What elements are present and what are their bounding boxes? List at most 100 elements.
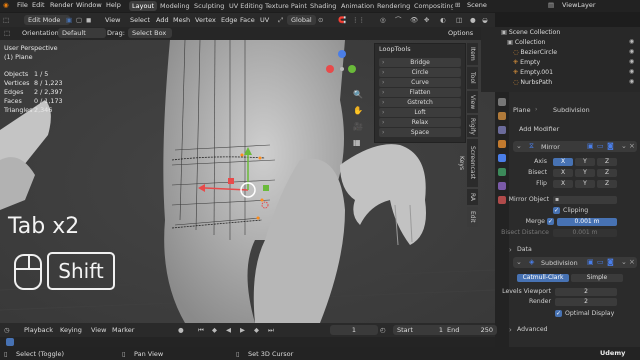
- start-frame-field[interactable]: Start 1: [393, 325, 447, 335]
- tab-sculpting[interactable]: Sculpting: [191, 1, 227, 11]
- menu-edit[interactable]: Edit: [32, 1, 45, 9]
- visibility-eye-icon[interactable]: ◉: [629, 78, 634, 85]
- menu-uv[interactable]: UV: [260, 15, 269, 25]
- bisect-distance-field[interactable]: 0.001 m: [553, 229, 617, 237]
- xray-icon[interactable]: ◫: [456, 15, 462, 25]
- transform-orientation-selector[interactable]: Global: [287, 15, 316, 25]
- axis-x-toggle[interactable]: X: [553, 158, 573, 166]
- visibility-eye-icon[interactable]: ◉: [629, 58, 634, 65]
- mode-selector[interactable]: Edit Mode: [24, 15, 70, 25]
- looptools-gstretch-button[interactable]: › Gstretch: [379, 98, 461, 107]
- outliner-item-nurbspath[interactable]: ◌ NurbsPath: [513, 78, 640, 88]
- play-icon[interactable]: ▶: [240, 325, 245, 335]
- menu-timeline-view[interactable]: View: [91, 325, 106, 335]
- tab-rendering[interactable]: Rendering: [374, 1, 413, 11]
- physics-properties-icon[interactable]: [498, 168, 506, 176]
- vertex-select-icon[interactable]: ▣: [66, 15, 72, 25]
- menu-file[interactable]: File: [17, 1, 28, 9]
- tab-uv-editing[interactable]: UV Editing: [226, 1, 266, 11]
- object-properties-icon[interactable]: [498, 140, 506, 148]
- face-select-icon[interactable]: ◼: [86, 15, 91, 25]
- clock-icon[interactable]: ◴: [380, 325, 386, 335]
- sidebar-tab-edit[interactable]: Edit: [467, 207, 478, 227]
- sidebar-tab-rigify[interactable]: Rigify: [467, 115, 478, 137]
- menu-keying[interactable]: Keying: [60, 325, 82, 335]
- looptools-curve-button[interactable]: › Curve: [379, 78, 461, 87]
- jump-start-icon[interactable]: ⏮: [198, 325, 204, 335]
- prev-keyframe-icon[interactable]: ◆: [212, 325, 217, 335]
- tab-compositing[interactable]: Compositing: [411, 1, 453, 11]
- camera-icon[interactable]: 🎥: [353, 122, 363, 131]
- grid-view-icon[interactable]: ▦: [353, 138, 361, 147]
- orientation-selector[interactable]: Default: [58, 28, 106, 38]
- subdivision-modifier-header[interactable]: ⌄ ◈ Subdivision ▣ ▭ ◙ ⌄ ×: [513, 257, 637, 268]
- advanced-expand-chevron-icon[interactable]: ›: [509, 326, 512, 334]
- advanced-subpanel-label[interactable]: Advanced: [517, 326, 548, 333]
- modifier-properties-icon[interactable]: [498, 154, 506, 162]
- menu-mesh[interactable]: Mesh: [173, 15, 190, 25]
- scene-selector[interactable]: Scene: [467, 1, 487, 9]
- outliner-item-empty[interactable]: ⁜ Empty: [513, 58, 640, 68]
- timeline-editor-icon[interactable]: ◷: [4, 325, 10, 335]
- visibility-eye-icon[interactable]: ◉: [629, 68, 634, 75]
- gizmo-icon[interactable]: ✥: [424, 15, 429, 25]
- tab-animation[interactable]: Animation: [338, 1, 377, 11]
- sidebar-tab-screencast-keys[interactable]: Screencast Keys: [458, 139, 478, 187]
- outliner-item-collection[interactable]: ▣ Collection: [507, 38, 640, 48]
- jump-end-icon[interactable]: ⏭: [268, 325, 274, 335]
- looptools-flatten-button[interactable]: › Flatten: [379, 88, 461, 97]
- timeline-ruler[interactable]: [0, 337, 495, 347]
- mirror-modifier-name[interactable]: Mirror: [541, 143, 560, 151]
- close-icon[interactable]: ×: [629, 258, 635, 266]
- mirror-modifier-header[interactable]: ⌄ ⧖ Mirror ▣ ▭ ◙ ⌄ ×: [513, 141, 637, 152]
- menu-help[interactable]: Help: [106, 1, 121, 9]
- looptools-circle-button[interactable]: › Circle: [379, 68, 461, 77]
- looptools-relax-button[interactable]: › Relax: [379, 118, 461, 127]
- optimal-display-checkbox[interactable]: ✓: [555, 310, 562, 317]
- shading-material-icon[interactable]: ◒: [482, 15, 488, 25]
- merge-checkbox[interactable]: ✓: [547, 218, 554, 225]
- axis-y-toggle[interactable]: Y: [575, 158, 595, 166]
- collapse-chevron-icon[interactable]: ⌄: [516, 142, 522, 150]
- shading-solid-icon[interactable]: ●: [470, 15, 476, 25]
- looptools-bridge-button[interactable]: › Bridge: [379, 58, 461, 67]
- looptools-loft-button[interactable]: › Loft: [379, 108, 461, 117]
- viewlayer-selector[interactable]: ViewLayer: [562, 1, 596, 9]
- options-dropdown[interactable]: Options: [448, 28, 473, 38]
- edit-mode-toggle-icon[interactable]: ▣: [587, 142, 594, 150]
- blender-logo-icon[interactable]: ◉: [3, 1, 9, 9]
- visibility-eye-icon[interactable]: ◉: [629, 48, 634, 55]
- render-levels-field[interactable]: 2: [555, 298, 617, 306]
- visibility-icon[interactable]: 👁: [410, 15, 418, 25]
- pan-hand-icon[interactable]: ✋: [353, 106, 363, 115]
- dropdown-chevron-icon[interactable]: ⌄: [621, 258, 627, 266]
- flip-z-toggle[interactable]: Z: [597, 180, 617, 188]
- close-icon[interactable]: ×: [629, 142, 635, 150]
- menu-marker[interactable]: Marker: [112, 325, 134, 335]
- bisect-y-toggle[interactable]: Y: [575, 169, 595, 177]
- record-icon[interactable]: ●: [178, 325, 184, 335]
- dropdown-chevron-icon[interactable]: ⌄: [621, 142, 627, 150]
- sidebar-tab-tool[interactable]: Tool: [467, 67, 478, 89]
- tab-shading[interactable]: Shading: [307, 1, 339, 11]
- flip-y-toggle[interactable]: Y: [575, 180, 595, 188]
- outliner-scene-collection[interactable]: ▣ Scene Collection: [501, 28, 640, 38]
- proportional-edit-icon[interactable]: ◎: [380, 15, 386, 25]
- data-properties-icon[interactable]: [498, 182, 506, 190]
- current-frame-field[interactable]: 1: [330, 325, 378, 335]
- pivot-icon[interactable]: ⊙: [318, 15, 323, 25]
- bisect-x-toggle[interactable]: X: [553, 169, 573, 177]
- menu-window[interactable]: Window: [76, 1, 102, 9]
- output-properties-icon[interactable]: [498, 126, 506, 134]
- axis-z-toggle[interactable]: Z: [597, 158, 617, 166]
- outliner-item-empty-001[interactable]: ⁜ Empty.001: [513, 68, 640, 78]
- transform-orientation-icon[interactable]: ⤢: [278, 15, 283, 25]
- sidebar-tab-view[interactable]: View: [467, 91, 478, 113]
- catmull-clark-toggle[interactable]: Catmull-Clark: [517, 274, 569, 282]
- menu-select[interactable]: Select: [130, 15, 150, 25]
- play-reverse-icon[interactable]: ◀: [226, 325, 231, 335]
- visibility-eye-icon[interactable]: ◉: [629, 38, 634, 45]
- sidebar-tab-item[interactable]: Item: [467, 43, 478, 65]
- clipping-checkbox[interactable]: ✓: [553, 207, 560, 214]
- menu-vertex[interactable]: Vertex: [195, 15, 216, 25]
